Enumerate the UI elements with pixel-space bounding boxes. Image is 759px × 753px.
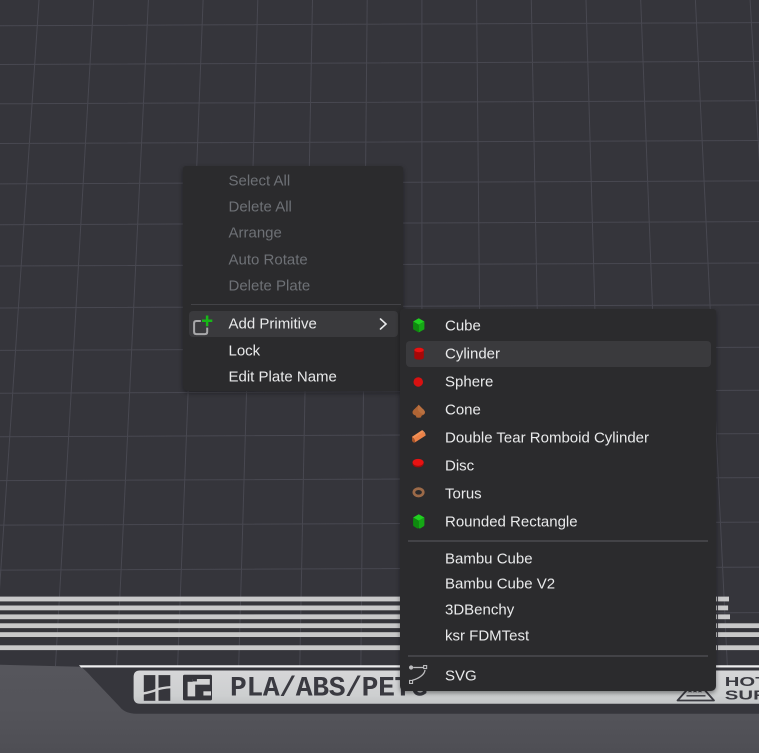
svg-text:SUR: SUR [725, 688, 759, 703]
svg-text:PLA/ABS/PETG: PLA/ABS/PETG [230, 674, 427, 705]
